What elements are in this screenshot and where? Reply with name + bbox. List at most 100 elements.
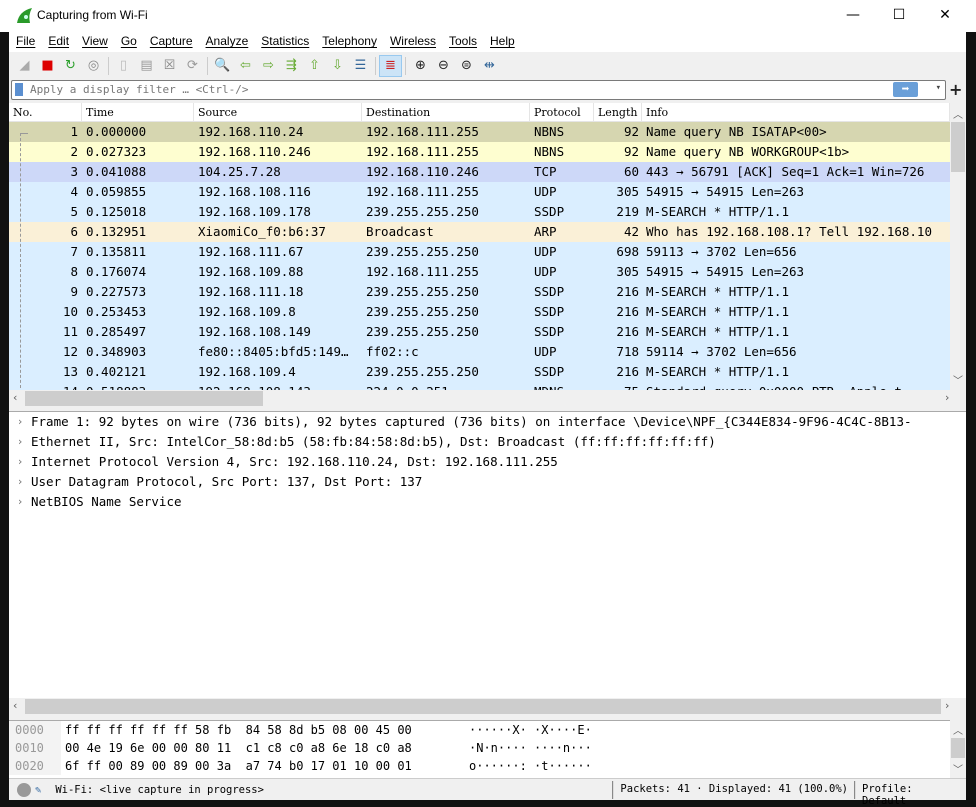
close-file-icon[interactable]: ☒ — [158, 55, 181, 77]
packet-info: 443 → 56791 [ACK] Seq=1 Ack=1 Win=726 — [646, 164, 925, 179]
packet-row[interactable]: 3 0.041088 104.25.7.28 192.168.110.246 TCP 60… — [9, 162, 950, 182]
column-header-source[interactable]: Source — [194, 103, 362, 121]
status-profile[interactable]: Profile: Default — [854, 780, 966, 807]
menu-analyze[interactable]: Analyze — [199, 32, 255, 52]
expand-chevron-icon[interactable]: › — [9, 432, 31, 452]
menu-wireless[interactable]: Wireless — [383, 32, 442, 52]
scroll-up-icon[interactable]: ︿ — [950, 106, 966, 121]
open-file-icon[interactable]: ▯ — [112, 55, 135, 77]
packet-time: 0.285497 — [86, 324, 147, 339]
column-header-protocol[interactable]: Protocol — [530, 103, 594, 121]
column-header-no[interactable]: No. — [9, 103, 82, 121]
expand-chevron-icon[interactable]: › — [9, 452, 31, 472]
packet-row[interactable]: 5 0.125018 192.168.109.178 239.255.255.250 S… — [9, 202, 950, 222]
bytes-vertical-scrollbar[interactable]: ︿ ﹀ — [950, 720, 966, 778]
packet-proto: TCP — [534, 164, 557, 179]
packet-src: 192.168.109.88 — [198, 264, 304, 279]
autoscroll-icon[interactable]: ☰ — [349, 55, 372, 77]
scroll-down-icon[interactable]: ﹀ — [950, 372, 966, 387]
packet-info: Standard query 0x0000 PTR _Apple_t — [642, 382, 950, 390]
first-packet-icon[interactable]: ⇧ — [303, 55, 326, 77]
zoom-out-icon[interactable]: ⊖ — [432, 55, 455, 77]
menu-statistics[interactable]: Statistics — [254, 32, 315, 52]
packet-info: Who has 192.168.108.1? Tell 192.168.10 — [646, 224, 932, 239]
restart-capture-icon[interactable]: ↻ — [59, 55, 82, 77]
detail-tree-item[interactable]: › Frame 1: 92 bytes on wire (736 bits), 9… — [9, 412, 966, 432]
expert-info-icon[interactable] — [17, 782, 31, 797]
packet-proto: UDP — [534, 344, 557, 359]
maximize-button[interactable]: ☐ — [876, 0, 922, 30]
packet-dst: 192.168.111.255 — [366, 184, 479, 199]
detail-tree-item[interactable]: › Ethernet II, Src: IntelCor_58:8d:b5 (58… — [9, 432, 966, 452]
capture-comment-icon[interactable]: ✎ — [35, 784, 41, 796]
menu-capture[interactable]: Capture — [143, 32, 199, 52]
packet-list-vertical-scrollbar[interactable]: ︿ ﹀ — [950, 103, 966, 390]
packet-proto: SSDP — [534, 364, 565, 379]
packet-dst: ff02::c — [366, 344, 419, 359]
detail-tree-item[interactable]: › Internet Protocol Version 4, Src: 192.1… — [9, 452, 966, 472]
packet-row[interactable]: 4 0.059855 192.168.108.116 192.168.111.255 U… — [9, 182, 950, 202]
filter-placeholder: Apply a display filter … <Ctrl-/> — [30, 83, 249, 96]
menu-edit[interactable]: Edit — [41, 32, 75, 52]
display-filter-input[interactable]: Apply a display filter … <Ctrl-/> ➡ ▾ — [11, 80, 946, 100]
packet-row[interactable]: 10 0.253453 192.168.109.8 239.255.255.250 SS… — [9, 302, 950, 322]
go-to-packet-icon[interactable]: ⇶ — [280, 55, 303, 77]
packet-src: 192.168.110.24 — [198, 124, 304, 139]
detail-tree-item[interactable]: › NetBIOS Name Service — [9, 492, 966, 512]
packet-list-horizontal-scrollbar[interactable]: ‹ › — [9, 390, 966, 407]
go-forward-icon[interactable]: ⇨ — [257, 55, 280, 77]
packet-row[interactable]: 6 0.132951 XiaomiCo_f0:b6:37 Broadcast ARP 42… — [9, 222, 950, 242]
packet-row[interactable]: 11 0.285497 192.168.108.149 239.255.255.250… — [9, 322, 950, 342]
column-header-destination[interactable]: Destination — [362, 103, 530, 121]
packet-src: 192.168.108.143 — [194, 382, 362, 390]
expand-chevron-icon[interactable]: › — [9, 492, 31, 512]
packet-info: 59114 → 3702 Len=656 — [646, 344, 797, 359]
menu-view[interactable]: View — [75, 32, 114, 52]
packet-row[interactable]: 8 0.176074 192.168.109.88 192.168.111.255 UD… — [9, 262, 950, 282]
menu-go[interactable]: Go — [114, 32, 143, 52]
zoom-in-icon[interactable]: ⊕ — [409, 55, 432, 77]
packet-row[interactable]: 2 0.027323 192.168.110.246 192.168.111.255 N… — [9, 142, 950, 162]
find-packet-icon[interactable]: 🔍 — [211, 55, 234, 77]
stop-capture-icon[interactable]: ■ — [36, 55, 59, 77]
zoom-normal-icon[interactable]: ⊜ — [455, 55, 478, 77]
packet-info: 54915 → 54915 Len=263 — [646, 184, 805, 199]
expand-chevron-icon[interactable]: › — [9, 472, 31, 492]
filter-dropdown-button[interactable]: ▾ — [936, 83, 941, 93]
packet-row[interactable]: 1 0.000000 192.168.110.24 192.168.111.255 NB… — [9, 122, 950, 142]
packet-row[interactable]: 7 0.135811 192.168.111.67 239.255.255.250 UD… — [9, 242, 950, 262]
detail-tree-item[interactable]: › User Datagram Protocol, Src Port: 137, … — [9, 472, 966, 492]
menu-tools[interactable]: Tools — [442, 32, 483, 52]
details-horizontal-scrollbar[interactable]: ‹ › — [9, 698, 966, 715]
packet-time: 0.132951 — [86, 224, 147, 239]
minimize-button[interactable]: — — [830, 0, 876, 30]
packet-row[interactable]: 12 0.348903 fe80::8405:bfd5:149… ff02::c UDP… — [9, 342, 950, 362]
packet-src: 192.168.109.8 — [198, 304, 296, 319]
wireshark-window: Capturing from Wi-Fi — ☐ ✕ File Edit View G… — [0, 0, 976, 807]
colorize-icon[interactable]: ≣ — [379, 54, 402, 77]
packet-dst: 239.255.255.250 — [366, 284, 479, 299]
close-button[interactable]: ✕ — [922, 0, 968, 30]
packet-info: M-SEARCH * HTTP/1.1 — [646, 284, 789, 299]
save-file-icon[interactable]: ▤ — [135, 55, 158, 77]
start-capture-icon[interactable]: ◢ — [13, 55, 36, 77]
column-header-time[interactable]: Time — [82, 103, 194, 121]
reload-file-icon[interactable]: ⟳ — [181, 55, 204, 77]
bookmark-icon[interactable] — [15, 83, 23, 96]
expand-chevron-icon[interactable]: › — [9, 412, 31, 432]
menu-help[interactable]: Help — [483, 32, 521, 52]
last-packet-icon[interactable]: ⇩ — [326, 55, 349, 77]
apply-filter-button[interactable]: ➡ — [893, 82, 918, 97]
packet-row[interactable]: 9 0.227573 192.168.111.18 239.255.255.250 SS… — [9, 282, 950, 302]
column-header-length[interactable]: Length — [594, 103, 642, 121]
capture-options-icon[interactable]: ◎ — [82, 55, 105, 77]
menu-file[interactable]: File — [9, 32, 41, 52]
resize-columns-icon[interactable]: ⇹ — [478, 55, 501, 77]
bytes-row: 0000 ff ff ff ff ff ff 58 fb 84 58 8d b5 … — [9, 721, 950, 739]
menu-telephony[interactable]: Telephony — [315, 32, 383, 52]
packet-row[interactable]: 13 0.402121 192.168.109.4 239.255.255.250 SS… — [9, 362, 950, 382]
packet-row[interactable]: 140.518883192.168.108.143224.0.0.251MDNS… — [9, 382, 950, 390]
go-back-icon[interactable]: ⇦ — [234, 55, 257, 77]
add-filter-button[interactable]: + — [949, 80, 962, 99]
column-header-info[interactable]: Info — [642, 103, 950, 121]
